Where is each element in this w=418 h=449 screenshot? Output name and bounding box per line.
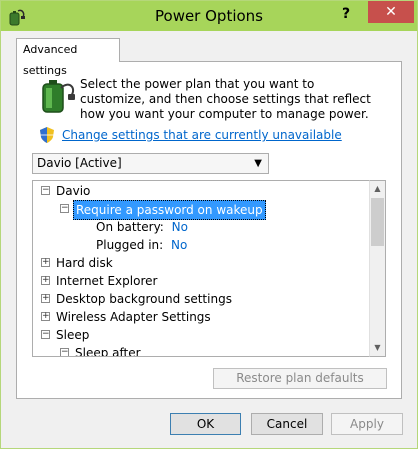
collapse-icon[interactable]: − (41, 186, 50, 195)
on-battery-value[interactable]: No (172, 220, 188, 234)
tree-item-label: Require a password on wakeup (73, 200, 266, 220)
tree-item-label: Internet Explorer (56, 274, 158, 288)
tree-scrollbar[interactable]: ▲ ▼ (369, 180, 386, 357)
plan-select[interactable]: Davio [Active] ▼ (32, 153, 269, 174)
expand-icon[interactable]: + (41, 312, 50, 321)
plan-select-value: Davio [Active] (37, 156, 122, 170)
tree-item-label: Davio (56, 184, 91, 198)
expand-icon[interactable]: + (41, 294, 50, 303)
restore-plan-defaults-button[interactable]: Restore plan defaults (213, 368, 387, 389)
tree-item-label: Sleep (56, 328, 90, 342)
uac-shield-icon (40, 127, 54, 143)
power-options-window: Power Options ? ✕ Advanced settings Sele… (0, 0, 418, 449)
close-button[interactable]: ✕ (368, 1, 414, 23)
battery-power-icon (42, 80, 75, 113)
cancel-button[interactable]: Cancel (251, 413, 323, 435)
expand-icon[interactable]: + (41, 258, 50, 267)
scroll-up-arrow-icon[interactable]: ▲ (370, 181, 385, 197)
tree-item-plugged-in[interactable]: Plugged in: No (96, 236, 187, 254)
tab-advanced-settings[interactable]: Advanced settings (16, 38, 120, 77)
tree-item-label: Hard disk (56, 256, 113, 270)
intro-description: Select the power plan that you want to c… (80, 77, 371, 121)
ok-button[interactable]: OK (170, 413, 241, 435)
chevron-down-icon: ▼ (254, 158, 262, 169)
collapse-icon[interactable]: − (60, 204, 69, 213)
tree-item-label: On battery: (96, 220, 164, 234)
title-bar[interactable]: Power Options ? ✕ (1, 1, 417, 31)
collapse-icon[interactable]: − (41, 330, 50, 339)
tree-item-label: Wireless Adapter Settings (56, 310, 211, 324)
tree-item-label: Plugged in: (96, 238, 164, 252)
scroll-thumb[interactable] (371, 198, 384, 246)
settings-tree[interactable]: − Davio − Require a password on wakeup O… (32, 180, 386, 357)
tree-item-label: Desktop background settings (56, 292, 232, 306)
advanced-settings-panel: Select the power plan that you want to c… (16, 61, 402, 399)
expand-icon[interactable]: + (41, 276, 50, 285)
plugged-in-value[interactable]: No (171, 238, 187, 252)
tree-item-label: Sleep after (75, 346, 141, 357)
help-button[interactable]: ? (331, 3, 361, 25)
collapse-icon[interactable]: − (60, 348, 69, 356)
tree-item-on-battery[interactable]: On battery: No (96, 218, 188, 236)
scroll-down-arrow-icon[interactable]: ▼ (370, 340, 385, 356)
apply-button[interactable]: Apply (331, 413, 403, 435)
change-settings-link[interactable]: Change settings that are currently unava… (62, 128, 342, 142)
